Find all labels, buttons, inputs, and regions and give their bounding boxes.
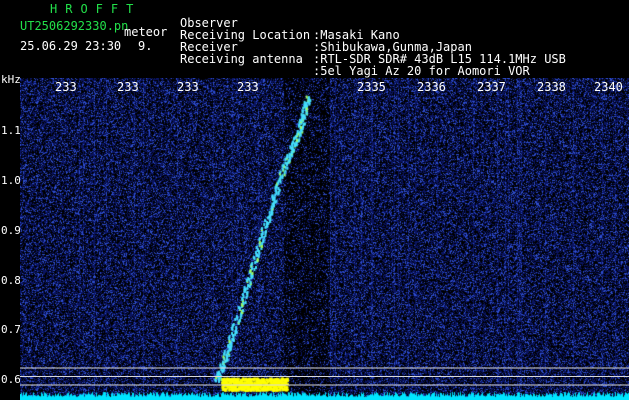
x-tick-label: 233 [237, 80, 259, 94]
x-tick-label: 2337 [477, 80, 506, 94]
x-tick-label: 2335 [357, 80, 386, 94]
x-tick-label: 233 [55, 80, 77, 94]
x-tick-label: 2338 [537, 80, 566, 94]
x-tick-label: 2336 [417, 80, 446, 94]
x-tick-label: 2340 [594, 80, 623, 94]
x-tick-label: 233 [117, 80, 139, 94]
spectrogram-overlay: 233 233 233 233 2335 2336 2337 2338 2340 [20, 80, 629, 386]
x-tick-label: 233 [177, 80, 199, 94]
